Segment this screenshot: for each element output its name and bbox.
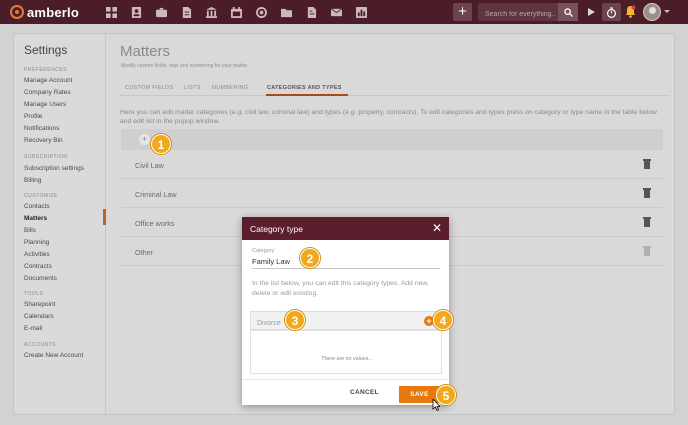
sidebar-item-bills[interactable]: Bills [24,227,36,234]
trash-icon[interactable] [643,188,651,198]
invoice-icon[interactable] [299,0,324,24]
bell-icon [626,5,636,18]
active-item-indicator [103,209,106,225]
sidebar-item-contacts[interactable]: Contacts [24,203,50,210]
tab-custom-fields[interactable]: CUSTOM FIELDS [125,85,173,91]
callout-badge-2: 2 [300,248,320,268]
sidebar-item-create-new-account[interactable]: Create New Account [24,352,83,359]
trash-icon[interactable] [643,217,651,227]
dashboard-icon[interactable] [99,0,124,24]
close-icon[interactable]: ✕ [432,221,442,235]
logo-text: amberlo [27,4,79,20]
field-underline [252,268,440,269]
search-input[interactable] [478,5,556,24]
sidebar-item-manage-account[interactable]: Manage Account [24,77,72,84]
types-list: There are no values... [250,330,442,374]
sidebar-item-profile[interactable]: Profile [24,113,42,120]
sidebar-section-accounts: ACCOUNTS [24,342,57,348]
quick-add-button[interactable]: + [453,3,472,21]
mouse-pointer-icon [432,399,440,411]
sidebar-section-subscription: SUBSCRIPTION [24,154,68,160]
dialog-header: Category type ✕ [242,217,449,240]
search-button[interactable] [558,3,578,21]
tab-categories-and-types[interactable]: CATEGORIES AND TYPES [267,85,342,91]
reports-icon[interactable] [349,0,374,24]
play-timer-button[interactable] [584,4,599,20]
sidebar-item-planning[interactable]: Planning [24,239,49,246]
category-field-label: Category [252,248,275,254]
sidebar-item-subscription-settings[interactable]: Subscription settings [24,165,84,172]
sidebar-item-company-rates[interactable]: Company Rates [24,89,71,96]
folder-icon[interactable] [274,0,299,24]
stopwatch-button[interactable] [602,3,621,21]
callout-badge-4: 4 [433,310,453,330]
dialog-title: Category type [250,224,303,234]
active-tab-underline [266,94,348,96]
sidebar-title: Settings [24,43,68,57]
notifications-button[interactable] [625,5,636,18]
sidebar-item-recovery-bin[interactable]: Recovery Bin [24,137,63,144]
app-logo[interactable]: amberlo [10,5,79,20]
category-name[interactable]: Criminal Law [135,190,177,199]
document-icon[interactable] [174,0,199,24]
sidebar-item-sharepoint[interactable]: Sharepoint [24,301,55,308]
table-row[interactable]: Criminal Law [121,179,663,208]
type-input-container [250,311,442,332]
settings-sidebar: Settings PREFERENCES Manage Account Comp… [14,34,106,414]
search-icon [563,7,573,17]
mail-icon[interactable] [324,0,349,24]
sidebar-item-calendars[interactable]: Calendars [24,313,54,320]
top-navigation-bar: amberlo + [0,0,688,24]
sidebar-item-matters[interactable]: Matters [24,215,47,222]
sidebar-item-notifications[interactable]: Notifications [24,125,59,132]
play-icon [588,8,595,16]
bank-icon[interactable] [199,0,224,24]
sidebar-section-tools: TOOLS [24,291,44,297]
categories-description: Here you can edit matter categories (e.g… [120,109,657,125]
table-row[interactable]: Civil Law [121,150,663,179]
global-search [478,3,578,24]
dialog-footer: CANCEL SAVE [242,379,449,405]
category-name[interactable]: Civil Law [135,161,164,170]
tab-lists[interactable]: LISTS [184,85,201,91]
calendar-icon[interactable] [224,0,249,24]
contacts-icon[interactable] [124,0,149,24]
page-title: Matters [120,43,171,60]
sidebar-section-preferences: PREFERENCES [24,67,68,73]
sidebar-item-email[interactable]: E-mail [24,325,42,332]
sidebar-item-documents[interactable]: Documents [24,275,57,282]
category-field[interactable]: Family Law [252,257,290,266]
page-subtitle: Modify custom fields, tags and numbering… [121,63,249,69]
trash-icon[interactable] [643,159,651,169]
add-category-button[interactable]: + [139,134,150,145]
sidebar-item-manage-users[interactable]: Manage Users [24,101,66,108]
category-type-dialog: Category type ✕ Category Family Law In t… [242,217,449,405]
callout-badge-3: 3 [285,310,305,330]
cancel-button[interactable]: CANCEL [350,389,379,396]
callout-badge-1: 1 [151,134,171,154]
user-avatar[interactable] [643,3,661,21]
sidebar-item-contracts[interactable]: Contracts [24,263,52,270]
stopwatch-icon [606,6,617,18]
category-name[interactable]: Other [135,248,153,257]
logo-icon [10,5,24,19]
phone-icon[interactable] [249,0,274,24]
briefcase-icon[interactable] [149,0,174,24]
table-header: + [121,129,663,150]
module-nav [99,0,374,24]
chevron-down-icon[interactable] [664,10,670,13]
sidebar-item-billing[interactable]: Billing [24,177,41,184]
settings-tabs: CUSTOM FIELDS LISTS NUMBERING CATEGORIES… [120,82,670,96]
trash-icon [643,246,651,256]
dialog-description: In the list below, you can edit this cat… [252,280,429,297]
sidebar-item-activities[interactable]: Activities [24,251,50,258]
tab-numbering[interactable]: NUMBERING [212,85,248,91]
sidebar-section-customize: CUSTOMIZE [24,193,58,199]
empty-list-message: There are no values... [321,356,373,362]
category-name[interactable]: Office works [135,219,174,228]
